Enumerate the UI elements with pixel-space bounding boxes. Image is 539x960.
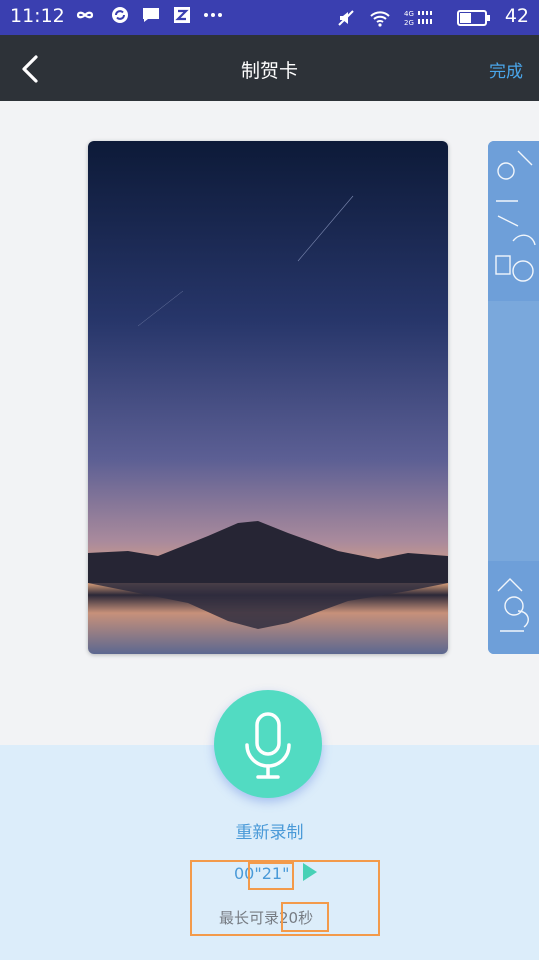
record-button[interactable] [214,690,322,798]
page-title: 制贺卡 [240,60,298,82]
wifi-icon [370,10,390,27]
status-bar: 11:12 4G 2G 42 [0,0,539,35]
mute-icon [338,9,354,26]
message-icon [143,8,160,22]
card-template-mountain[interactable] [88,141,448,654]
network-label-4g: 4G [404,10,414,18]
network-label-2g: 2G [404,19,414,27]
notification-icons [72,4,223,25]
battery-percent: 42 [504,5,529,27]
highlight-box-seconds [248,862,294,890]
doodle-pattern [488,141,539,654]
sync-icon [111,7,128,23]
card-carousel[interactable] [0,101,539,745]
system-icons: 4G 2G [328,7,491,29]
rerecord-button[interactable]: 重新录制 [0,818,539,843]
done-button[interactable]: 完成 [489,57,523,82]
infinity-icon [76,11,94,19]
battery-icon [457,9,490,26]
card-template-doodle[interactable] [488,141,539,654]
highlight-box-limit [281,902,329,932]
z-app-icon [174,7,191,23]
signal-icon: 4G 2G [404,10,432,27]
more-icon [203,13,222,17]
mountain-lake-image [88,141,448,654]
clock: 11:12 [10,5,65,27]
microphone-icon [245,712,291,779]
app-header: 制贺卡 完成 [0,35,539,101]
